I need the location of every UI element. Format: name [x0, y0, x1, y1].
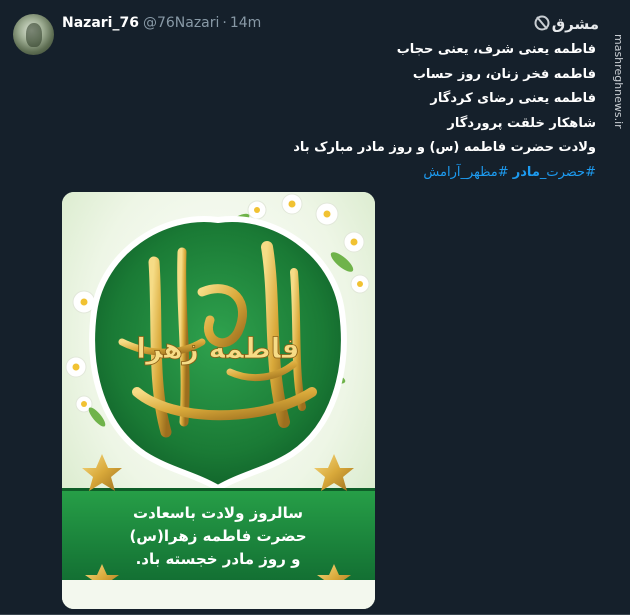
hashtag-line: #حضرت_مادر #مظهر_آرامش [176, 161, 596, 186]
watermark-logo-text: مشرق [552, 15, 599, 33]
tweet-line-1: فاطمه یعنی شرف، یعنی حجاب [396, 42, 596, 57]
line5-bold-word: مادر [357, 140, 385, 155]
tweet-line-2: فاطمه فخر زنان، روز حساب [412, 66, 596, 82]
tweet-image[interactable]: فاطمه زهرا سالروز ولادت باسعادت حضرت فاط… [62, 192, 375, 609]
timestamp[interactable]: 14m [230, 15, 261, 31]
hashtag-hazrat-madar[interactable]: #حضرت_مادر [513, 165, 596, 180]
banner-line-3: و روز مادر خجسته باد. [136, 550, 301, 568]
watermark-url: mashreghnews.ir [612, 34, 625, 129]
calligraphy-text: فاطمه زهرا [136, 332, 299, 365]
separator-dot: · [222, 15, 227, 31]
line5-text-a: ولادت حضرت فاطمه (س) و روز [384, 140, 596, 155]
hashtag-mazhar-aramesh[interactable]: #مظهر_آرامش [423, 165, 512, 180]
hashtag1-prefix: #حضرت_ [539, 164, 596, 180]
tweet-header: Nazari_76 @76Nazari · 14m [62, 15, 261, 31]
mashregh-logo-icon: مشرق [534, 15, 599, 33]
poster-artwork: فاطمه زهرا سالروز ولادت باسعادت حضرت فاط… [62, 192, 375, 609]
tweet-text: فاطمه یعنی شرف، یعنی حجاب فاطمه فخر زنان… [176, 38, 596, 185]
tweet[interactable]: Nazari_76 @76Nazari · 14m مشرق mashreghnews… [0, 0, 630, 615]
tweet-line-3: فاطمه یعنی رضای کردگار [430, 91, 596, 106]
user-handle[interactable]: @76Nazari [143, 15, 219, 31]
line5-text-b: مبارک باد [293, 140, 358, 155]
hashtag1-bold: مادر [512, 164, 540, 180]
display-name[interactable]: Nazari_76 [62, 15, 139, 31]
banner-line-2: حضرت فاطمه زهرا(س) [129, 527, 306, 545]
avatar[interactable] [13, 14, 54, 55]
banner-line-1: سالروز ولادت باسعادت [133, 504, 303, 522]
tweet-line-4: شاهکار خلقت پروردگار [447, 115, 596, 131]
tweet-line-5: ولادت حضرت فاطمه (س) و روز مادر مبارک با… [176, 136, 596, 161]
